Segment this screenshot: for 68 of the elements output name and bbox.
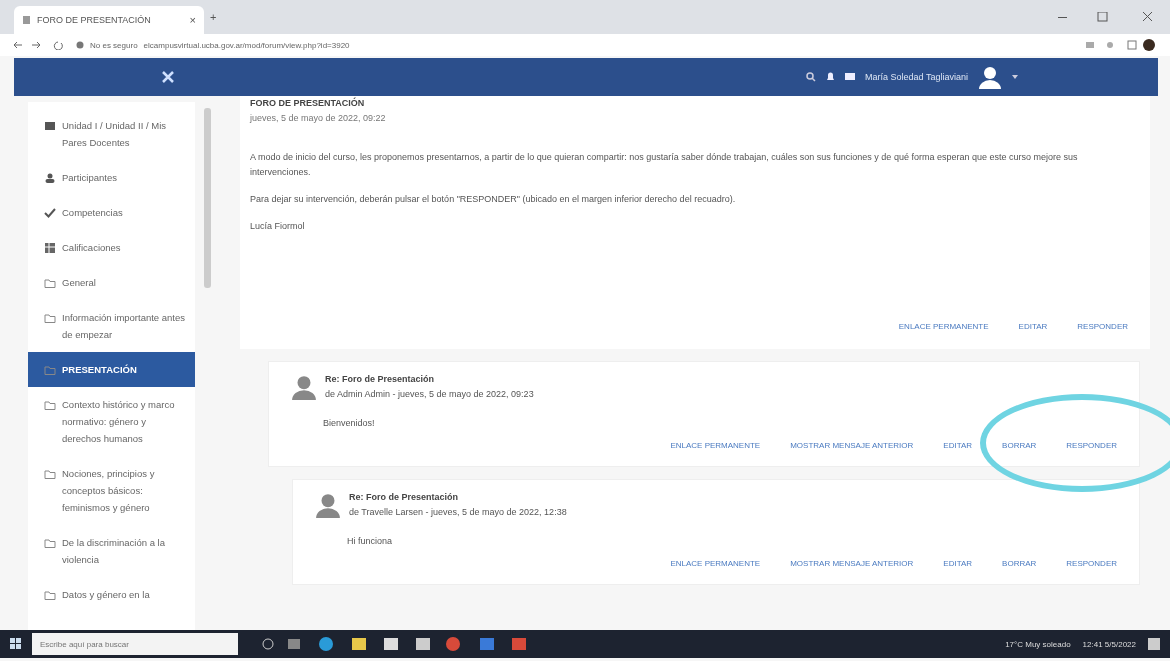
new-tab-button[interactable]: + (210, 11, 217, 23)
table-icon (44, 242, 56, 254)
reply-subject: Re: Foro de Presentación (349, 491, 460, 504)
folder-icon (44, 537, 56, 549)
action-link[interactable]: BORRAR (1002, 559, 1037, 568)
reply-subject: Re: Foro de Presentación (325, 373, 436, 386)
folder-icon (44, 364, 56, 376)
sidebar-item[interactable]: Nociones, principios y conceptos básicos: feminismos y género (28, 456, 195, 525)
caret-icon[interactable] (1012, 75, 1018, 79)
url-field[interactable]: elcampusvirtual.ucba.gov.ar/mod/forum/view.php?id=3920 (143, 40, 350, 50)
sidebar-item[interactable]: General (28, 265, 195, 300)
scrollbar[interactable] (204, 108, 211, 288)
avatar-icon (291, 374, 317, 400)
sidebar-item[interactable]: Participantes (28, 160, 195, 195)
action-link[interactable]: EDITAR (943, 559, 973, 568)
reply-message: Hi funciona (346, 535, 394, 548)
people-icon (44, 172, 56, 184)
post-title: FORO DE PRESENTACIÓN (250, 96, 366, 110)
folder-icon (44, 312, 56, 324)
weather-label[interactable]: 17°C Muy soleado (1005, 639, 1071, 649)
close-icon[interactable] (162, 71, 174, 83)
warning-icon (76, 41, 84, 49)
action-link[interactable]: MOSTRAR MENSAJE ANTERIOR (790, 559, 914, 568)
action-link[interactable]: ENLACE PERMANENTE (670, 441, 761, 450)
sidebar-item[interactable]: Contexto histórico y marco normativo: género y derechos humanos (28, 387, 195, 456)
post-date: jueves, 5 de mayo de 2022, 09:22 (250, 112, 387, 125)
sidebar-item[interactable]: Información importante antes de empezar (28, 300, 195, 352)
chat-icon[interactable] (845, 72, 856, 82)
action-link[interactable]: ENLACE PERMANENTE (670, 559, 761, 568)
sidebar-item[interactable]: De la discriminación a la violencia (28, 525, 195, 577)
folder-icon (44, 277, 56, 289)
folder-icon (44, 589, 56, 601)
search-icon[interactable] (806, 72, 817, 82)
user-avatar-icon[interactable] (978, 65, 1002, 89)
sidebar-item[interactable]: Competencias (28, 195, 195, 230)
sidebar-item[interactable]: Calificaciones (28, 230, 195, 265)
sidebar-item[interactable]: Datos y género en la (28, 577, 195, 612)
security-label: No es seguro (90, 40, 138, 50)
start-icon[interactable] (10, 638, 22, 650)
folder-icon (44, 399, 56, 411)
user-name[interactable]: María Soledad Tagliaviani (865, 72, 968, 82)
action-link[interactable]: BORRAR (1002, 441, 1037, 450)
action-link[interactable]: MOSTRAR MENSAJE ANTERIOR (790, 441, 914, 450)
post-text: Para dejar su intervención, deberán pulsar el botón "RESPONDER" (ubicado en el margen inferior derecho del recuadro). (250, 193, 737, 206)
close-tab-button[interactable]: × (189, 14, 196, 26)
page-icon (22, 15, 31, 25)
folder-icon (44, 468, 56, 480)
reply-byline: de Admin Admin - jueves, 5 de mayo de 2022, 09:23 (325, 388, 534, 401)
action-link[interactable]: RESPONDER (1066, 559, 1117, 568)
sidebar-item[interactable]: PRESENTACIÓN (28, 352, 195, 387)
nav-arrows-icon[interactable] (14, 40, 64, 50)
avatar-icon (315, 492, 341, 518)
action-link[interactable]: RESPONDER (1077, 322, 1128, 331)
post-text: Lucía Fiormol (250, 220, 306, 233)
bell-icon[interactable] (826, 72, 836, 82)
reply-message: Bienvenidos! (322, 417, 376, 430)
action-link[interactable]: EDITAR (1018, 322, 1048, 331)
browser-tab[interactable]: FORO DE PRESENTACIÓN × (14, 6, 204, 34)
post-text: A modo de inicio del curso, les proponemos presentarnos, a partir de lo que quieran compartir: nos gustaría saber dónde trabajan, cuáles son sus funciones y de qué forma esperan que este curso mejore sus intervenciones. (250, 151, 1079, 179)
grid-icon (44, 120, 56, 132)
check-icon (44, 207, 56, 219)
action-link[interactable]: ENLACE PERMANENTE (898, 322, 989, 331)
clock[interactable]: 12:41 5/5/2022 (1082, 639, 1136, 649)
action-link[interactable]: RESPONDER (1066, 441, 1117, 450)
action-link[interactable]: EDITAR (943, 441, 973, 450)
reply-byline: de Travelle Larsen - jueves, 5 de mayo de 2022, 12:38 (349, 506, 567, 519)
taskbar-search-field[interactable]: Escribe aquí para buscar (32, 633, 238, 655)
sidebar-item[interactable]: Unidad I / Unidad II / Mis Pares Docentes (28, 108, 195, 160)
